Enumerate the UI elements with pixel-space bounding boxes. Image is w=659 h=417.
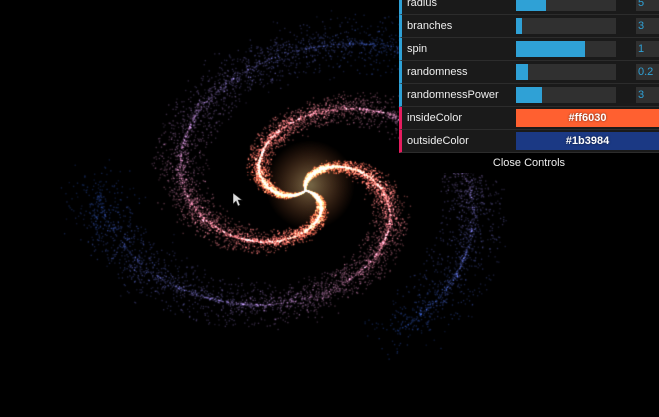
slider-fill bbox=[516, 87, 542, 103]
spin-slider[interactable] bbox=[516, 41, 616, 57]
slider-fill bbox=[516, 0, 546, 11]
randomness-slider[interactable] bbox=[516, 64, 616, 80]
outside-color-picker[interactable]: #1b3984 bbox=[516, 132, 659, 150]
randomness-power-slider[interactable] bbox=[516, 87, 616, 103]
control-spin: spin 1 bbox=[399, 38, 659, 61]
randomness-value-input[interactable]: 0.2 bbox=[636, 64, 659, 80]
slider-fill bbox=[516, 41, 585, 57]
control-label: spin bbox=[407, 43, 428, 55]
control-inside-color: insideColor #ff6030 bbox=[399, 107, 659, 130]
control-randomness: randomness 0.2 bbox=[399, 61, 659, 84]
radius-slider[interactable] bbox=[516, 0, 616, 11]
control-radius: radius 5 bbox=[399, 0, 659, 15]
slider-fill bbox=[516, 18, 522, 34]
control-label: randomnessPower bbox=[407, 89, 499, 101]
close-controls-button[interactable]: Close Controls bbox=[399, 153, 659, 173]
control-label: outsideColor bbox=[407, 135, 469, 147]
control-randomness-power: randomnessPower 3 bbox=[399, 84, 659, 107]
slider-fill bbox=[516, 64, 528, 80]
control-label: branches bbox=[407, 20, 453, 32]
control-label: radius bbox=[407, 0, 437, 9]
spin-value-input[interactable]: 1 bbox=[636, 41, 659, 57]
control-branches: branches 3 bbox=[399, 15, 659, 38]
control-label: randomness bbox=[407, 66, 468, 78]
branches-slider[interactable] bbox=[516, 18, 616, 34]
branches-value-input[interactable]: 3 bbox=[636, 18, 659, 34]
mouse-cursor-icon bbox=[233, 193, 243, 207]
inside-color-picker[interactable]: #ff6030 bbox=[516, 109, 659, 127]
controls-panel: radius 5 branches 3 spin 1 randomness 0.… bbox=[399, 0, 659, 173]
control-label: insideColor bbox=[407, 112, 463, 124]
radius-value-input[interactable]: 5 bbox=[636, 0, 659, 11]
randomness-power-value-input[interactable]: 3 bbox=[636, 87, 659, 103]
control-outside-color: outsideColor #1b3984 bbox=[399, 130, 659, 153]
